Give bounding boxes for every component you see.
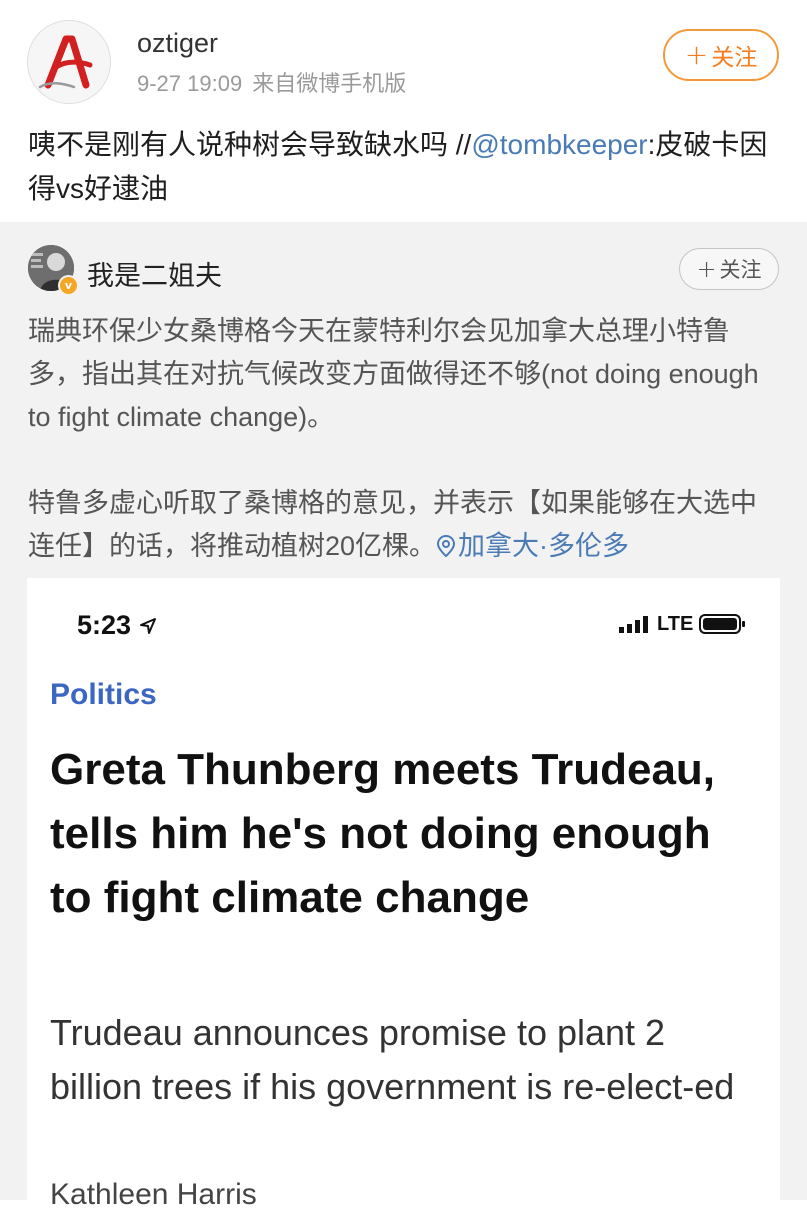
plus-icon: + [684, 38, 709, 71]
post-header: oztiger 9-27 19:09 来自微博手机版 + 关注 [0, 0, 807, 120]
battery-icon [699, 614, 746, 634]
a-logo-icon [28, 21, 110, 103]
post-text: 咦不是刚有人说种树会导致缺水吗 //@tombkeeper:皮破卡因得vs好逮油 [28, 123, 783, 211]
avatar[interactable] [27, 20, 111, 104]
network-label: LTE [657, 612, 694, 635]
repost-follow-button[interactable]: + 关注 [679, 248, 779, 290]
post-meta: 9-27 19:09 来自微博手机版 [137, 66, 406, 98]
status-icons: LTE [619, 612, 747, 636]
article-byline: Kathleen Harris [50, 1178, 257, 1211]
embedded-image[interactable]: 5:23 LTE Politics Greta Thunberg meets T… [27, 578, 780, 1218]
repost-text: 瑞典环保少女桑博格今天在蒙特利尔会见加拿大总理小特鲁多，指出其在对抗气候改变方面… [28, 310, 768, 568]
article-headline: Greta Thunberg meets Trudeau, tells him … [50, 745, 716, 922]
signal-icon [619, 616, 648, 633]
repost-card[interactable]: v 我是二姐夫 + 关注 瑞典环保少女桑博格今天在蒙特利尔会见加拿大总理小特鲁多，… [0, 222, 807, 1218]
follow-label: 关注 [711, 45, 758, 71]
post-time: 9-27 19:09 [137, 71, 243, 96]
location-label: 加拿大·多伦多 [458, 531, 630, 561]
repost-paragraph: 特鲁多虚心听取了桑博格的意见，并表示【如果能够在大选中连任】的话，将推动植树20… [28, 482, 768, 568]
verified-badge-icon: v [58, 275, 79, 296]
location-arrow-icon [139, 618, 156, 634]
location-pin-icon [437, 534, 456, 558]
repost-author[interactable]: 我是二姐夫 [87, 254, 222, 293]
post-source: 来自微博手机版 [252, 71, 407, 96]
follow-button[interactable]: + 关注 [663, 29, 779, 81]
mention-link[interactable]: @tombkeeper [471, 129, 647, 160]
plus-icon: + [696, 255, 717, 283]
post-text-before: 咦不是刚有人说种树会导致缺水吗 // [28, 129, 472, 160]
location-link[interactable]: 加拿大·多伦多 [436, 531, 629, 561]
author-name[interactable]: oztiger [137, 28, 218, 59]
article-category[interactable]: Politics [50, 678, 157, 712]
repost-paragraph: 瑞典环保少女桑博格今天在蒙特利尔会见加拿大总理小特鲁多，指出其在对抗气候改变方面… [28, 316, 759, 432]
repost-follow-label: 关注 [719, 258, 762, 282]
repost-paragraph-text: 特鲁多虚心听取了桑博格的意见，并表示【如果能够在大选中连任】的话，将推动植树20… [28, 488, 757, 561]
status-time: 5:23 [77, 610, 157, 641]
article-subheadline: Trudeau announces promise to plant 2 bil… [50, 1012, 735, 1107]
